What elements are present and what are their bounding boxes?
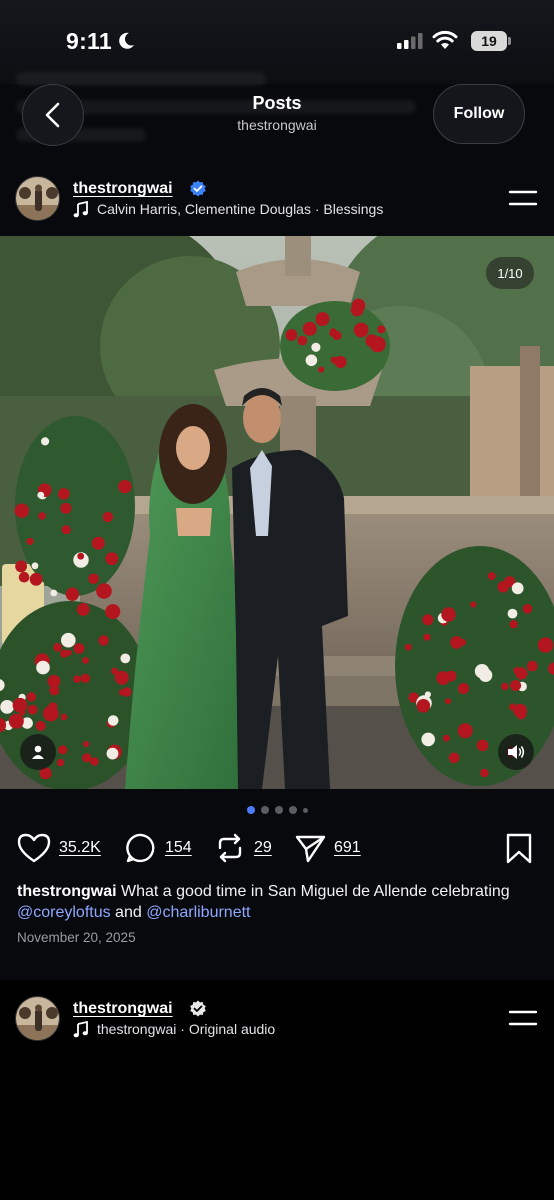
- mention-link[interactable]: @charliburnett: [146, 904, 250, 921]
- post-date: November 20, 2025: [17, 930, 136, 945]
- mention-link[interactable]: @coreyloftus: [17, 904, 111, 921]
- caption-text: What a good time in San Miguel de Allend…: [116, 883, 510, 900]
- couple-figures: [125, 388, 348, 789]
- follow-button[interactable]: Follow: [433, 84, 525, 144]
- carousel-dots: [0, 806, 554, 814]
- bookmark-icon[interactable]: [505, 833, 533, 865]
- repost-count[interactable]: 29: [254, 839, 272, 857]
- carousel-dot: [302, 807, 308, 813]
- comment-count[interactable]: 154: [165, 839, 192, 857]
- menu-icon[interactable]: [508, 189, 538, 207]
- battery-indicator: 19: [471, 31, 511, 51]
- carousel-dot: [274, 806, 283, 814]
- like-count[interactable]: 35.2K: [59, 839, 101, 857]
- menu-icon[interactable]: [508, 1009, 538, 1027]
- username-link[interactable]: thestrongwai: [73, 1000, 173, 1018]
- audio-track-link[interactable]: thestrongwai · Original audio: [97, 1021, 275, 1037]
- caption-username[interactable]: thestrongwai: [17, 883, 117, 900]
- carousel-dot: [260, 806, 269, 814]
- like-button[interactable]: 35.2K: [17, 830, 101, 866]
- screen: 9:11 19 Posts thestrongwai Follow thestr…: [0, 0, 554, 1200]
- photo-counter: 1/10: [486, 257, 534, 289]
- status-time: 9:11: [66, 28, 112, 54]
- posts-header: Posts thestrongwai Follow: [0, 84, 554, 170]
- caption-text: and: [110, 904, 147, 921]
- action-bar: 35.2K 154 29 691: [0, 830, 554, 870]
- heart-icon: [17, 833, 51, 863]
- music-note-icon: [73, 1021, 88, 1038]
- post-photo[interactable]: [0, 236, 554, 789]
- verified-icon: [190, 180, 206, 197]
- repost-button[interactable]: 29: [214, 830, 272, 866]
- carousel-dot: [288, 806, 297, 814]
- user-tag-button[interactable]: [20, 734, 56, 770]
- carousel-dot: [246, 806, 255, 814]
- share-count[interactable]: 691: [334, 839, 361, 857]
- username-link[interactable]: thestrongwai: [73, 180, 173, 198]
- share-button[interactable]: 691: [294, 830, 361, 866]
- audio-track-link[interactable]: Calvin Harris, Clementine Douglas · Bles…: [97, 201, 383, 217]
- avatar[interactable]: [15, 996, 60, 1041]
- repost-icon: [218, 833, 242, 863]
- status-bar: 9:11 19: [0, 0, 554, 86]
- comment-icon: [126, 833, 155, 863]
- share-icon: [295, 835, 326, 863]
- moon-icon: [119, 32, 134, 49]
- avatar[interactable]: [15, 176, 60, 221]
- comment-button[interactable]: 154: [125, 830, 192, 866]
- post-header: thestrongwai thestrongwai · Original aud…: [0, 990, 554, 1050]
- music-note-icon: [73, 201, 88, 218]
- wifi-icon: [432, 30, 458, 49]
- post-caption: thestrongwai What a good time in San Mig…: [17, 881, 537, 923]
- user-tag-icon: [32, 745, 44, 759]
- post-header: thestrongwai Calvin Harris, Clementine D…: [0, 170, 554, 230]
- signal-icon: [397, 33, 423, 49]
- speaker-icon: [508, 745, 525, 759]
- sound-toggle-button[interactable]: [498, 734, 534, 770]
- verified-icon: [190, 1000, 206, 1017]
